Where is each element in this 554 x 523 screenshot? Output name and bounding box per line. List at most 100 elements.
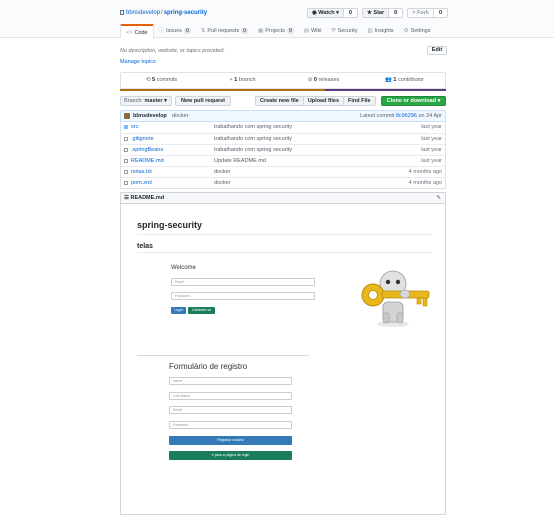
- readme-body: spring-security telas Welcome Email Pass…: [120, 204, 446, 514]
- releases-count: 0: [313, 77, 317, 83]
- file-name-link[interactable]: pom.xml: [131, 178, 152, 188]
- readme-title: spring-security: [137, 220, 432, 235]
- branches-count: 1: [234, 77, 238, 83]
- latest-commit-label: Latest commit: [360, 113, 395, 119]
- tab-label: Code: [134, 30, 148, 36]
- repo-actions: ◉ Watch ▾ 0 ★ Star 0 ⑂ Fork 0: [306, 8, 448, 18]
- file-buttons: Create new file Upload files Find File: [255, 96, 376, 106]
- file-icon: [124, 170, 128, 174]
- table-row: README.md Update README.md last year: [121, 155, 445, 166]
- file-age: 4 months ago: [408, 169, 442, 175]
- commit-sha[interactable]: 8c96296: [396, 113, 417, 119]
- tab-issues[interactable]: ⓘ Issues 0: [154, 24, 196, 38]
- find-file-button[interactable]: Find File: [343, 96, 376, 106]
- edit-description-button[interactable]: Edit: [427, 46, 447, 55]
- project-icon: ▦: [257, 28, 264, 34]
- language-segment: [120, 89, 326, 91]
- file-commit-message[interactable]: Update README.md: [214, 156, 266, 166]
- repo-description: No description, website, or topics provi…: [120, 48, 225, 54]
- file-age: last year: [421, 124, 442, 130]
- file-commit-message[interactable]: trabalhando com spring security: [214, 122, 292, 132]
- avatar[interactable]: [124, 113, 130, 119]
- watch-group: ◉ Watch ▾ 0: [306, 8, 358, 18]
- file-commit-message[interactable]: trabalhando com spring security: [214, 145, 292, 155]
- star-group: ★ Star 0: [361, 8, 404, 18]
- branches-label: branch: [238, 77, 256, 83]
- create-file-button[interactable]: Create new file: [255, 96, 304, 106]
- clone-download-button[interactable]: Clone or download ▾: [381, 96, 446, 106]
- file-age: last year: [421, 147, 442, 153]
- repo-name-link[interactable]: spring-security: [164, 10, 207, 16]
- book-icon: ▤: [303, 28, 310, 34]
- code-icon: <>: [126, 30, 133, 36]
- new-pull-request-button[interactable]: New pull request: [175, 96, 231, 106]
- language-bar[interactable]: [120, 89, 446, 91]
- issue-icon: ⓘ: [158, 28, 165, 34]
- file-icon: [124, 159, 128, 163]
- table-row: src trabalhando com spring security last y…: [121, 122, 445, 133]
- tab-security[interactable]: ⛨ Security: [326, 24, 362, 38]
- releases-label: releases: [318, 77, 340, 83]
- file-name-link[interactable]: .gitignore: [131, 134, 154, 144]
- contributors-link[interactable]: 👥 1 contributor: [364, 73, 445, 88]
- readme-filename: README.md: [130, 195, 165, 201]
- manage-topics-link[interactable]: Manage topics: [120, 59, 156, 65]
- tab-insights[interactable]: ▥ Insights: [362, 24, 398, 38]
- tab-settings[interactable]: ⚙ Settings: [399, 24, 436, 38]
- repo-owner-link[interactable]: bbnsdevelop: [126, 10, 160, 16]
- table-row: pom.xml docker 4 months ago: [121, 177, 445, 188]
- file-icon: [124, 148, 128, 152]
- numbers-summary: ⟲ 5 commits ⑂ 1 branch ⊘ 0 releases 👥 1 …: [120, 72, 446, 89]
- tab-counter: 0: [287, 28, 294, 34]
- file-name-link[interactable]: notas.txt: [131, 167, 152, 177]
- tab-counter: 0: [184, 28, 191, 34]
- star-button[interactable]: ★ Star: [361, 8, 390, 18]
- tab-label: Projects: [265, 28, 286, 34]
- repo-title: bbnsdevelop/spring-security: [120, 10, 207, 16]
- tab-label: Settings: [410, 28, 431, 34]
- tab-label: Security: [337, 28, 358, 34]
- file-icon: [124, 137, 128, 141]
- register-user-button: Registrar usuário: [169, 436, 292, 445]
- file-icon: [124, 181, 128, 185]
- language-segment: [325, 89, 446, 91]
- register-password-field: Password: [169, 421, 292, 429]
- register-screenshot: Formulário de registro Name Last Name Em…: [167, 360, 297, 466]
- tab-wiki[interactable]: ▤ Wiki: [299, 24, 327, 38]
- file-commit-message[interactable]: docker: [214, 167, 231, 177]
- file-name-link[interactable]: src: [131, 122, 138, 132]
- login-email-field: Email: [171, 278, 315, 286]
- file-age: last year: [421, 158, 442, 164]
- fork-group: ⑂ Fork 0: [407, 8, 448, 18]
- tab-projects[interactable]: ▦ Projects 0: [253, 24, 299, 38]
- pencil-icon[interactable]: ✎: [436, 193, 441, 203]
- file-name-link[interactable]: README.md: [131, 156, 164, 166]
- repo-header: bbnsdevelop/spring-security ◉ Watch ▾ 0 …: [0, 0, 554, 38]
- tab-code[interactable]: <> Code: [120, 24, 154, 38]
- file-commit-message[interactable]: trabalhando com spring security: [214, 134, 292, 144]
- people-icon: 👥: [385, 77, 392, 83]
- file-commit-message[interactable]: docker: [214, 178, 231, 188]
- file-name-link[interactable]: .springBeans: [131, 145, 163, 155]
- register-email-field: Email: [169, 406, 292, 414]
- commit-author[interactable]: bbnsdevelop: [133, 111, 167, 121]
- fork-count[interactable]: 0: [433, 8, 448, 18]
- watch-count[interactable]: 0: [343, 8, 358, 18]
- star-count[interactable]: 0: [389, 8, 404, 18]
- readme-icon: ☰: [124, 195, 129, 201]
- fork-button[interactable]: ⑂ Fork: [407, 8, 434, 18]
- watch-button[interactable]: ◉ Watch ▾: [306, 8, 344, 18]
- upload-files-button[interactable]: Upload files: [302, 96, 344, 106]
- branch-select[interactable]: Branch: master ▾: [120, 96, 172, 106]
- branches-link[interactable]: ⑂ 1 branch: [202, 73, 283, 88]
- releases-link[interactable]: ⊘ 0 releases: [283, 73, 364, 88]
- tag-icon: ⊘: [307, 77, 313, 83]
- register-link-button: Cadastre-se: [188, 307, 215, 314]
- pull-request-icon: ⇅: [200, 28, 206, 34]
- commit-message[interactable]: docker: [172, 111, 189, 121]
- tab-counter: 0: [241, 28, 248, 34]
- repo-separator: /: [161, 10, 163, 16]
- tab-label: Pull requests: [207, 28, 240, 34]
- tab-pull-requests[interactable]: ⇅ Pull requests 0: [196, 24, 253, 38]
- commits-link[interactable]: ⟲ 5 commits: [121, 73, 202, 88]
